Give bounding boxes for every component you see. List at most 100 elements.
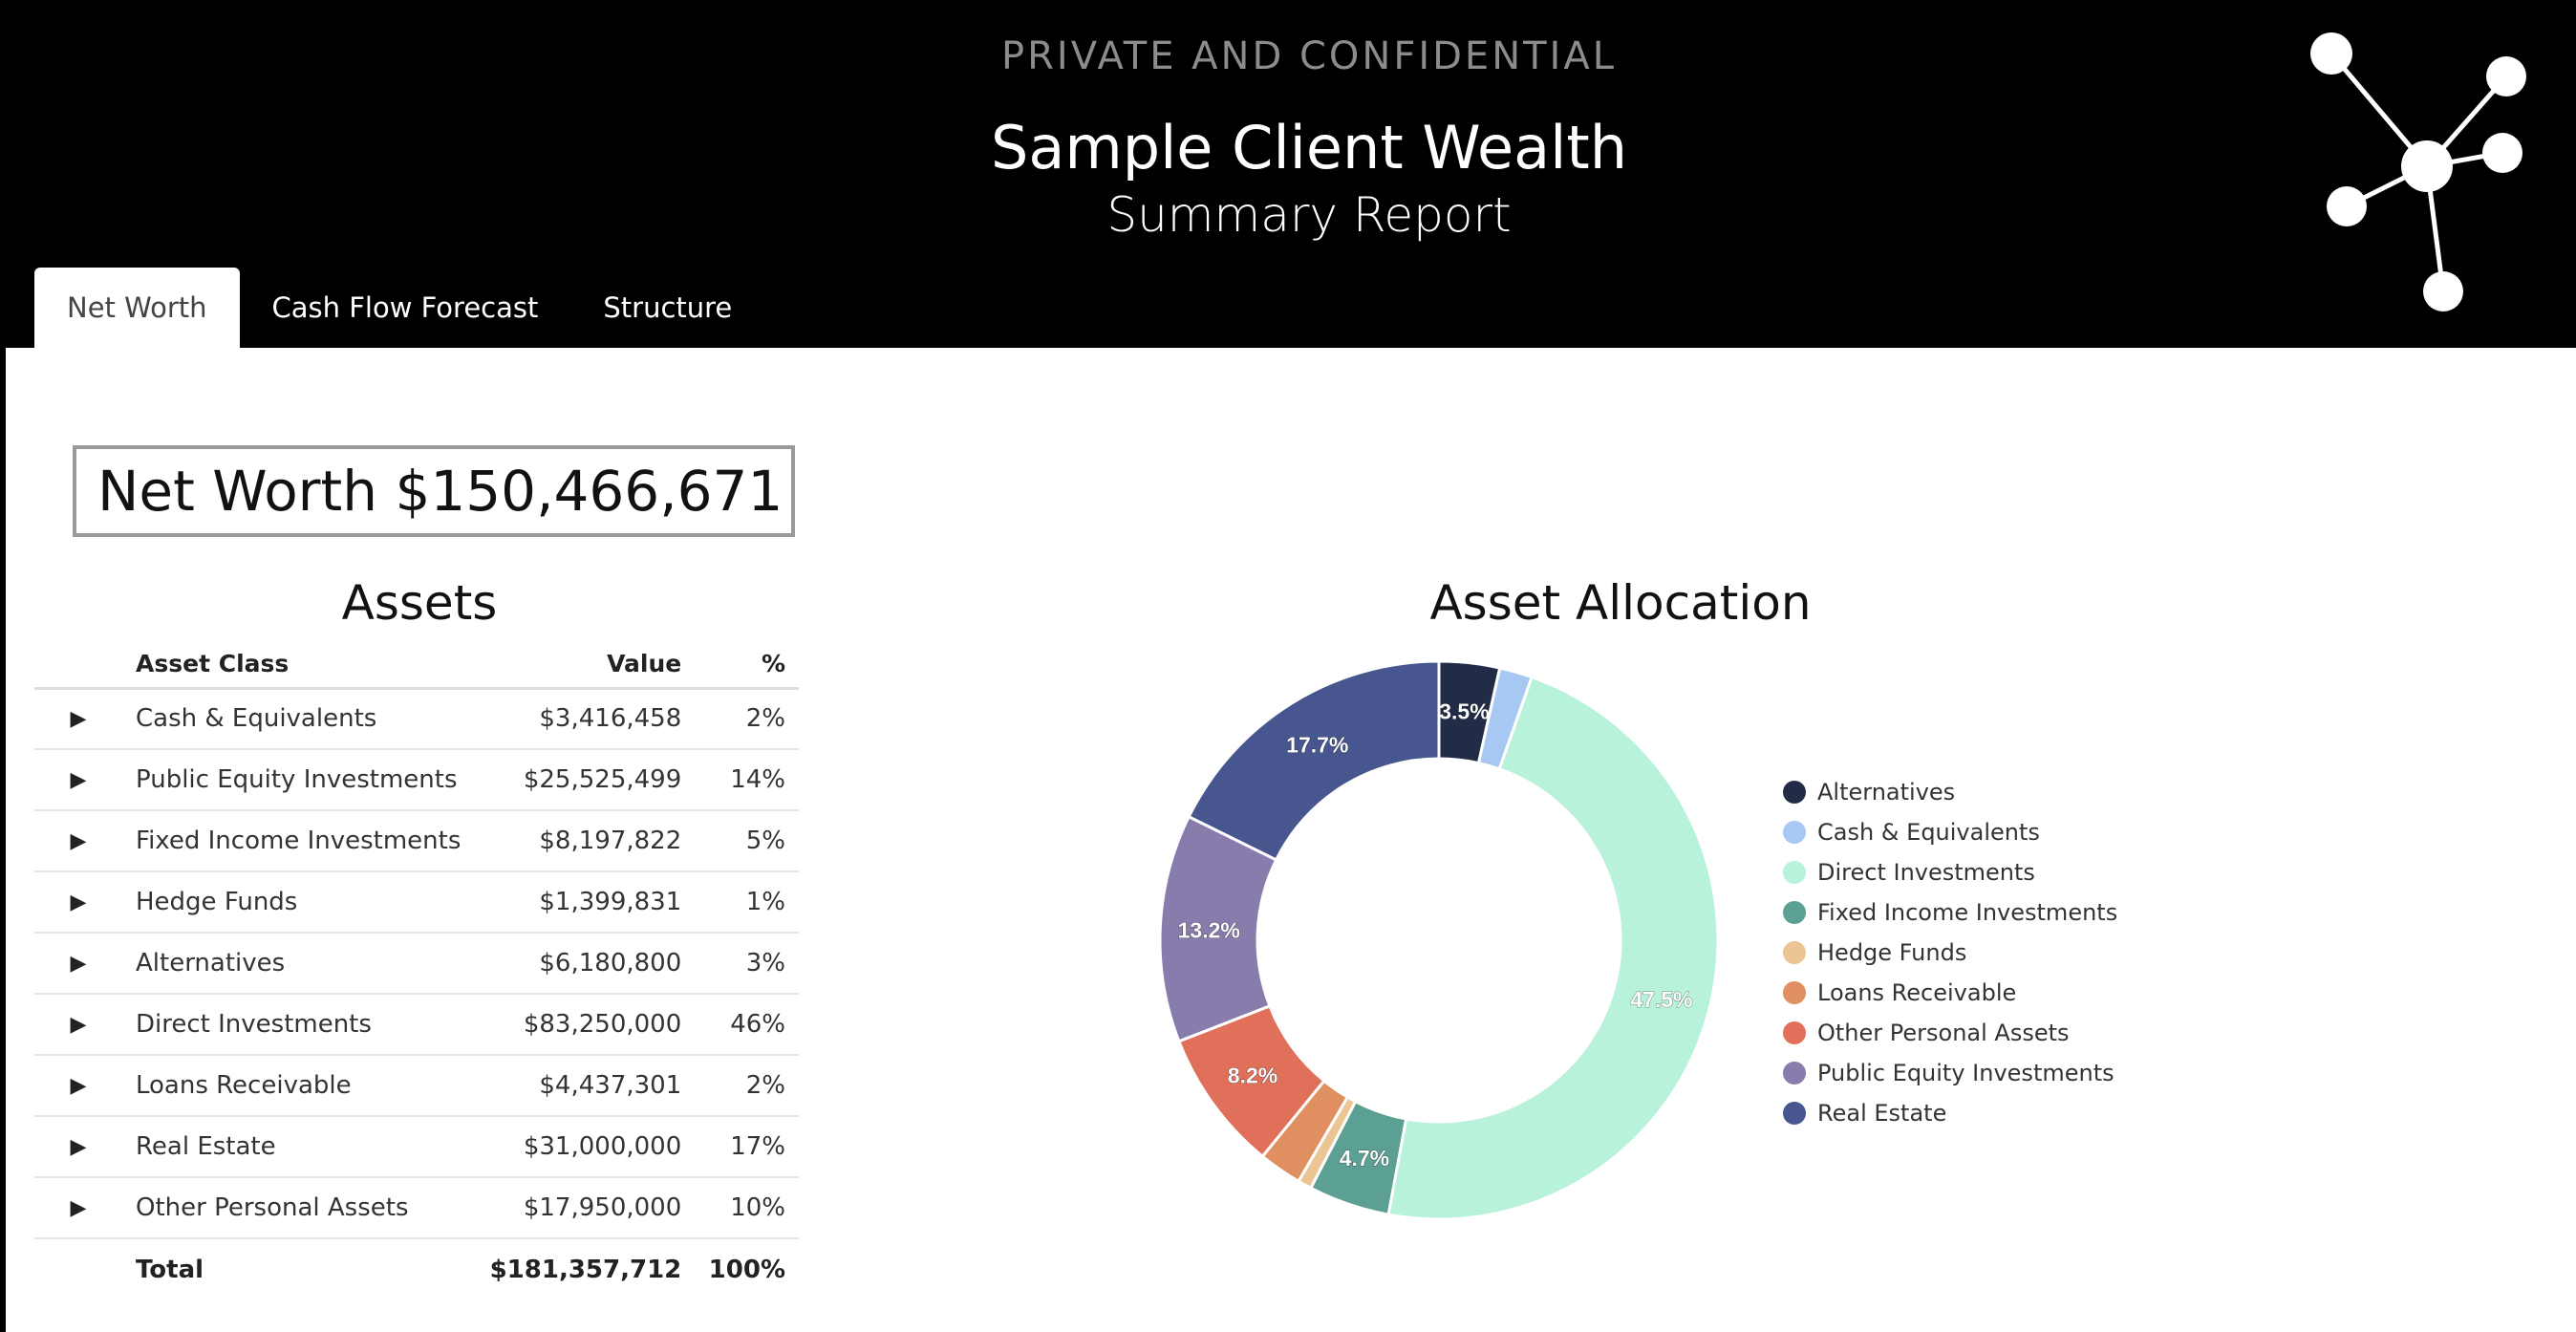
total-percent: 100% [708,1255,785,1284]
table-header-row: Asset Class Value % [34,640,799,690]
value-cell: $3,416,458 [475,688,696,750]
legend-item[interactable]: Alternatives [1783,772,2117,812]
table-row[interactable]: ▶ Alternatives $6,180,800 3% [34,933,799,995]
legend-item[interactable]: Loans Receivable [1783,973,2117,1013]
percent-cell: 14% [695,749,799,811]
report-header: PRIVATE AND CONFIDENTIAL Sample Client W… [0,0,2576,348]
table-row[interactable]: ▶ Cash & Equivalents $3,416,458 2% [34,688,799,750]
legend-item[interactable]: Hedge Funds [1783,933,2117,973]
percent-cell: 5% [695,810,799,872]
slice-data-label: 3.5% [1439,698,1489,723]
assets-table: Asset Class Value % ▶ Cash & Equivalents… [34,640,799,1300]
total-row: Total $181,357,712 100% [34,1238,799,1300]
table-row[interactable]: ▶ Real Estate $31,000,000 17% [34,1116,799,1178]
expand-column-header [34,640,122,690]
table-row[interactable]: ▶ Fixed Income Investments $8,197,822 5% [34,810,799,872]
total-value: $181,357,712 [489,1255,682,1284]
value-cell: $6,180,800 [475,933,696,995]
net-worth-panel: Net Worth $150,466,671 Assets Asset Clas… [6,348,2576,1332]
expand-arrow-icon[interactable]: ▶ [34,688,122,750]
slice-data-label: 47.5% [1630,987,1692,1012]
legend-dot-icon [1783,941,1806,964]
legend-label: Fixed Income Investments [1817,899,2118,926]
asset-class-cell: Real Estate [122,1116,476,1178]
percent-cell: 17% [695,1116,799,1178]
confidential-label: PRIVATE AND CONFIDENTIAL [1000,34,1617,78]
expand-arrow-icon[interactable]: ▶ [34,933,122,995]
expand-arrow-icon[interactable]: ▶ [34,994,122,1056]
asset-allocation-donut-chart: 3.5% 47.5% 4.7% 8.2% 13.2% 17.7% [1158,659,1720,1221]
expand-arrow-icon[interactable]: ▶ [34,1116,122,1178]
percent-header: % [695,640,799,690]
asset-class-cell: Loans Receivable [122,1055,476,1117]
asset-class-cell: Alternatives [122,933,476,995]
asset-class-header: Asset Class [122,640,476,690]
legend-label: Alternatives [1817,779,1956,806]
legend-label: Other Personal Assets [1817,1020,2070,1046]
percent-cell: 3% [695,933,799,995]
legend-label: Cash & Equivalents [1817,819,2040,846]
report-tabs: Net Worth Cash Flow Forecast Structure [34,268,764,348]
tab-net-worth[interactable]: Net Worth [34,268,240,348]
legend-dot-icon [1783,781,1806,804]
table-row[interactable]: ▶ Public Equity Investments $25,525,499 … [34,749,799,811]
value-header: Value [475,640,696,690]
legend-item[interactable]: Fixed Income Investments [1783,892,2117,933]
table-row[interactable]: ▶ Loans Receivable $4,437,301 2% [34,1055,799,1117]
value-cell: $4,437,301 [475,1055,696,1117]
net-worth-total: Net Worth $150,466,671 [73,445,795,537]
value-cell: $17,950,000 [475,1177,696,1239]
legend-dot-icon [1783,901,1806,924]
legend-dot-icon [1783,821,1806,844]
legend-dot-icon [1783,981,1806,1004]
legend-dot-icon [1783,1062,1806,1085]
asset-class-cell: Other Personal Assets [122,1177,476,1239]
legend-label: Hedge Funds [1817,939,1967,966]
asset-class-cell: Public Equity Investments [122,749,476,811]
legend-label: Public Equity Investments [1817,1060,2114,1086]
percent-cell: 10% [695,1177,799,1239]
legend-item[interactable]: Other Personal Assets [1783,1013,2117,1053]
legend-item[interactable]: Direct Investments [1783,852,2117,892]
value-cell: $83,250,000 [475,994,696,1056]
slice-data-label: 17.7% [1286,732,1348,757]
report-subtitle: Summary Report [1106,187,1512,243]
value-cell: $31,000,000 [475,1116,696,1178]
value-cell: $1,399,831 [475,871,696,934]
molecule-network-icon [2310,32,2526,312]
legend-item[interactable]: Cash & Equivalents [1783,812,2117,852]
percent-cell: 2% [695,688,799,750]
chart-legend: Alternatives Cash & Equivalents Direct Inv… [1783,772,2117,1133]
expand-arrow-icon[interactable]: ▶ [34,1177,122,1239]
value-cell: $25,525,499 [475,749,696,811]
tab-cash-flow-forecast[interactable]: Cash Flow Forecast [240,268,571,348]
legend-dot-icon [1783,861,1806,884]
legend-item[interactable]: Public Equity Investments [1783,1053,2117,1093]
percent-cell: 1% [695,871,799,934]
expand-arrow-icon[interactable]: ▶ [34,1055,122,1117]
legend-label: Loans Receivable [1817,979,2017,1006]
assets-title: Assets [341,575,498,631]
legend-label: Real Estate [1817,1100,1947,1127]
legend-item[interactable]: Real Estate [1783,1093,2117,1133]
slice-data-label: 4.7% [1340,1146,1389,1171]
report-title: Sample Client Wealth [990,113,1627,183]
expand-arrow-icon[interactable]: ▶ [34,871,122,934]
slice-data-label: 8.2% [1228,1063,1277,1088]
tab-structure[interactable]: Structure [570,268,764,348]
percent-cell: 46% [695,994,799,1056]
expand-arrow-icon[interactable]: ▶ [34,749,122,811]
asset-class-cell: Cash & Equivalents [122,688,476,750]
expand-arrow-icon[interactable]: ▶ [34,810,122,872]
donut-slice-real-estate[interactable] [1187,659,1441,862]
legend-dot-icon [1783,1102,1806,1125]
table-row[interactable]: ▶ Other Personal Assets $17,950,000 10% [34,1177,799,1239]
asset-allocation-title: Asset Allocation [1429,575,1812,631]
legend-dot-icon [1783,1021,1806,1044]
asset-class-cell: Direct Investments [122,994,476,1056]
percent-cell: 2% [695,1055,799,1117]
total-label: Total [136,1255,204,1284]
table-row[interactable]: ▶ Hedge Funds $1,399,831 1% [34,871,799,934]
table-row[interactable]: ▶ Direct Investments $83,250,000 46% [34,994,799,1056]
legend-label: Direct Investments [1817,859,2035,886]
